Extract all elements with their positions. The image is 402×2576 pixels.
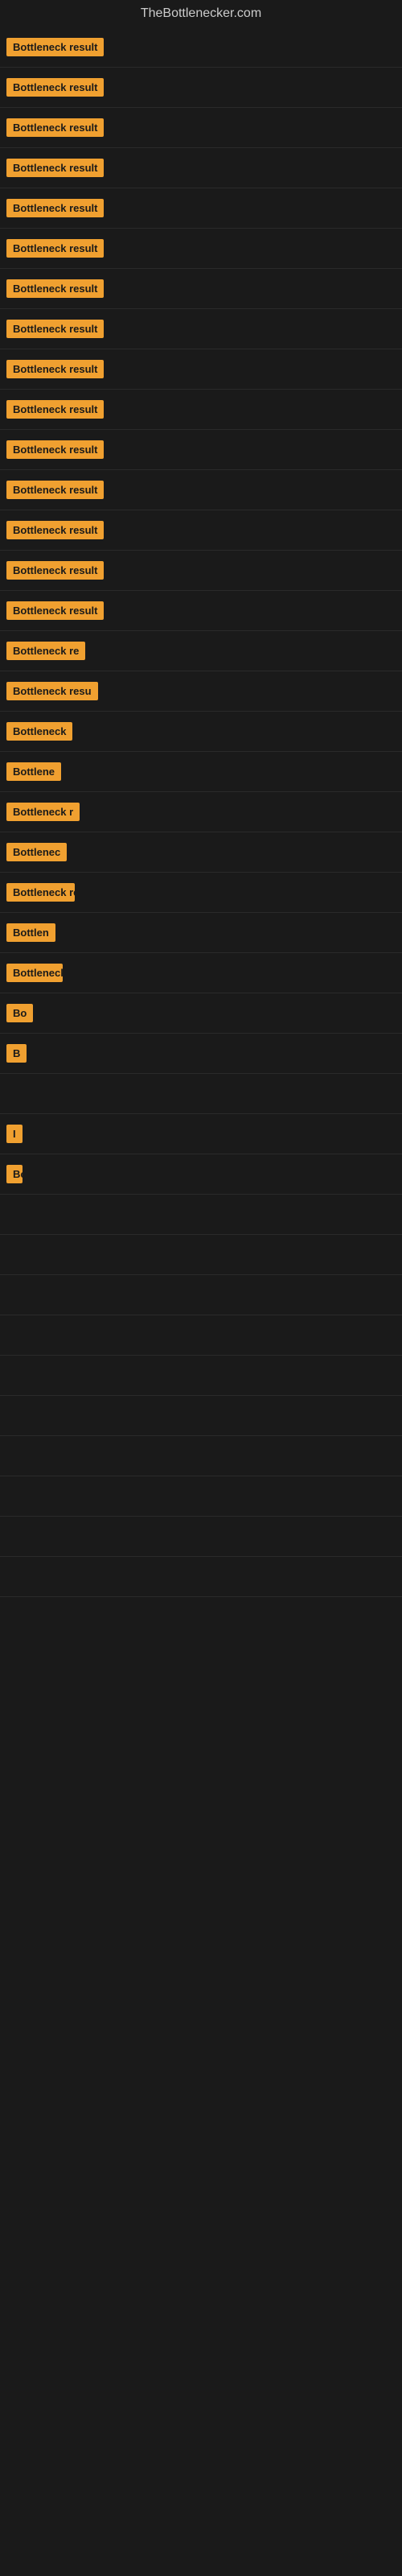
bottleneck-tag[interactable]: Bottlene bbox=[6, 762, 61, 781]
bottleneck-tag[interactable]: Bottleneck bbox=[6, 722, 72, 741]
bottleneck-row bbox=[0, 1315, 402, 1356]
bottleneck-tag[interactable]: Bottleneck bbox=[6, 964, 63, 982]
bottleneck-row: Bottleneck bbox=[0, 712, 402, 752]
bottleneck-row: Bottleneck r bbox=[0, 792, 402, 832]
bottleneck-tag[interactable]: Bottleneck result bbox=[6, 279, 104, 298]
bottleneck-tag[interactable]: Bottleneck result bbox=[6, 481, 104, 499]
bottleneck-row: Bottleneck result bbox=[0, 430, 402, 470]
bottleneck-row: Bo bbox=[0, 993, 402, 1034]
bottleneck-row: Bottleneck result bbox=[0, 309, 402, 349]
bottleneck-tag[interactable]: Bottleneck result bbox=[6, 78, 104, 97]
bottleneck-tag[interactable]: Bottleneck result bbox=[6, 118, 104, 137]
bottleneck-row: Bottleneck result bbox=[0, 68, 402, 108]
site-title: TheBottlenecker.com bbox=[0, 0, 402, 27]
bottleneck-tag[interactable]: I bbox=[6, 1125, 23, 1143]
bottleneck-row: Bottlene bbox=[0, 752, 402, 792]
bottleneck-row: Bottleneck result bbox=[0, 108, 402, 148]
bottleneck-row bbox=[0, 1396, 402, 1436]
bottleneck-tag[interactable]: Bottleneck r bbox=[6, 803, 80, 821]
bottleneck-row: Bottleneck result bbox=[0, 390, 402, 430]
bottleneck-tag[interactable]: Bottleneck result bbox=[6, 360, 104, 378]
bottleneck-tag[interactable]: Bottleneck re bbox=[6, 883, 75, 902]
bottleneck-tag[interactable]: Bott bbox=[6, 1165, 23, 1183]
bottleneck-row bbox=[0, 1195, 402, 1235]
bottleneck-tag[interactable]: Bottleneck result bbox=[6, 159, 104, 177]
bottleneck-tag[interactable]: Bottlen bbox=[6, 923, 55, 942]
bottleneck-row bbox=[0, 1517, 402, 1557]
bottleneck-row bbox=[0, 1235, 402, 1275]
bottleneck-tag[interactable]: Bottleneck result bbox=[6, 239, 104, 258]
bottleneck-row: Bottleneck result bbox=[0, 188, 402, 229]
bottleneck-row: Bottleneck result bbox=[0, 551, 402, 591]
bottleneck-tag[interactable]: Bottleneck result bbox=[6, 400, 104, 419]
rows-container: Bottleneck result Bottleneck result Bottle… bbox=[0, 27, 402, 1597]
bottleneck-row: Bottleneck result bbox=[0, 229, 402, 269]
bottleneck-row: I bbox=[0, 1114, 402, 1154]
bottleneck-tag[interactable]: Bottleneck result bbox=[6, 601, 104, 620]
bottleneck-row: Bottleneck bbox=[0, 953, 402, 993]
bottleneck-row: Bottlenec bbox=[0, 832, 402, 873]
bottleneck-tag[interactable]: Bottleneck re bbox=[6, 642, 85, 660]
bottleneck-tag[interactable]: B bbox=[6, 1044, 27, 1063]
bottleneck-tag[interactable]: Bottleneck result bbox=[6, 440, 104, 459]
bottleneck-tag[interactable]: Bottleneck resu bbox=[6, 682, 98, 700]
bottleneck-row: Bottleneck result bbox=[0, 510, 402, 551]
bottleneck-row bbox=[0, 1557, 402, 1597]
bottleneck-row: Bottlen bbox=[0, 913, 402, 953]
bottleneck-row: Bottleneck re bbox=[0, 873, 402, 913]
bottleneck-row: Bottleneck result bbox=[0, 349, 402, 390]
bottleneck-tag[interactable]: Bottleneck result bbox=[6, 199, 104, 217]
bottleneck-row: Bottleneck result bbox=[0, 591, 402, 631]
bottleneck-tag[interactable]: Bottlenec bbox=[6, 843, 67, 861]
bottleneck-row bbox=[0, 1074, 402, 1114]
bottleneck-row: Bott bbox=[0, 1154, 402, 1195]
bottleneck-tag[interactable]: Bo bbox=[6, 1004, 33, 1022]
bottleneck-row: B bbox=[0, 1034, 402, 1074]
bottleneck-tag[interactable]: Bottleneck result bbox=[6, 561, 104, 580]
bottleneck-row: Bottleneck resu bbox=[0, 671, 402, 712]
bottleneck-row: Bottleneck result bbox=[0, 470, 402, 510]
bottleneck-tag[interactable]: Bottleneck result bbox=[6, 38, 104, 56]
bottleneck-row bbox=[0, 1356, 402, 1396]
bottleneck-row: Bottleneck re bbox=[0, 631, 402, 671]
bottleneck-row: Bottleneck result bbox=[0, 269, 402, 309]
bottleneck-row: Bottleneck result bbox=[0, 148, 402, 188]
bottleneck-tag[interactable]: Bottleneck result bbox=[6, 521, 104, 539]
bottleneck-row: Bottleneck result bbox=[0, 27, 402, 68]
bottleneck-row bbox=[0, 1436, 402, 1476]
bottleneck-tag[interactable]: Bottleneck result bbox=[6, 320, 104, 338]
bottleneck-row bbox=[0, 1476, 402, 1517]
bottleneck-row bbox=[0, 1275, 402, 1315]
